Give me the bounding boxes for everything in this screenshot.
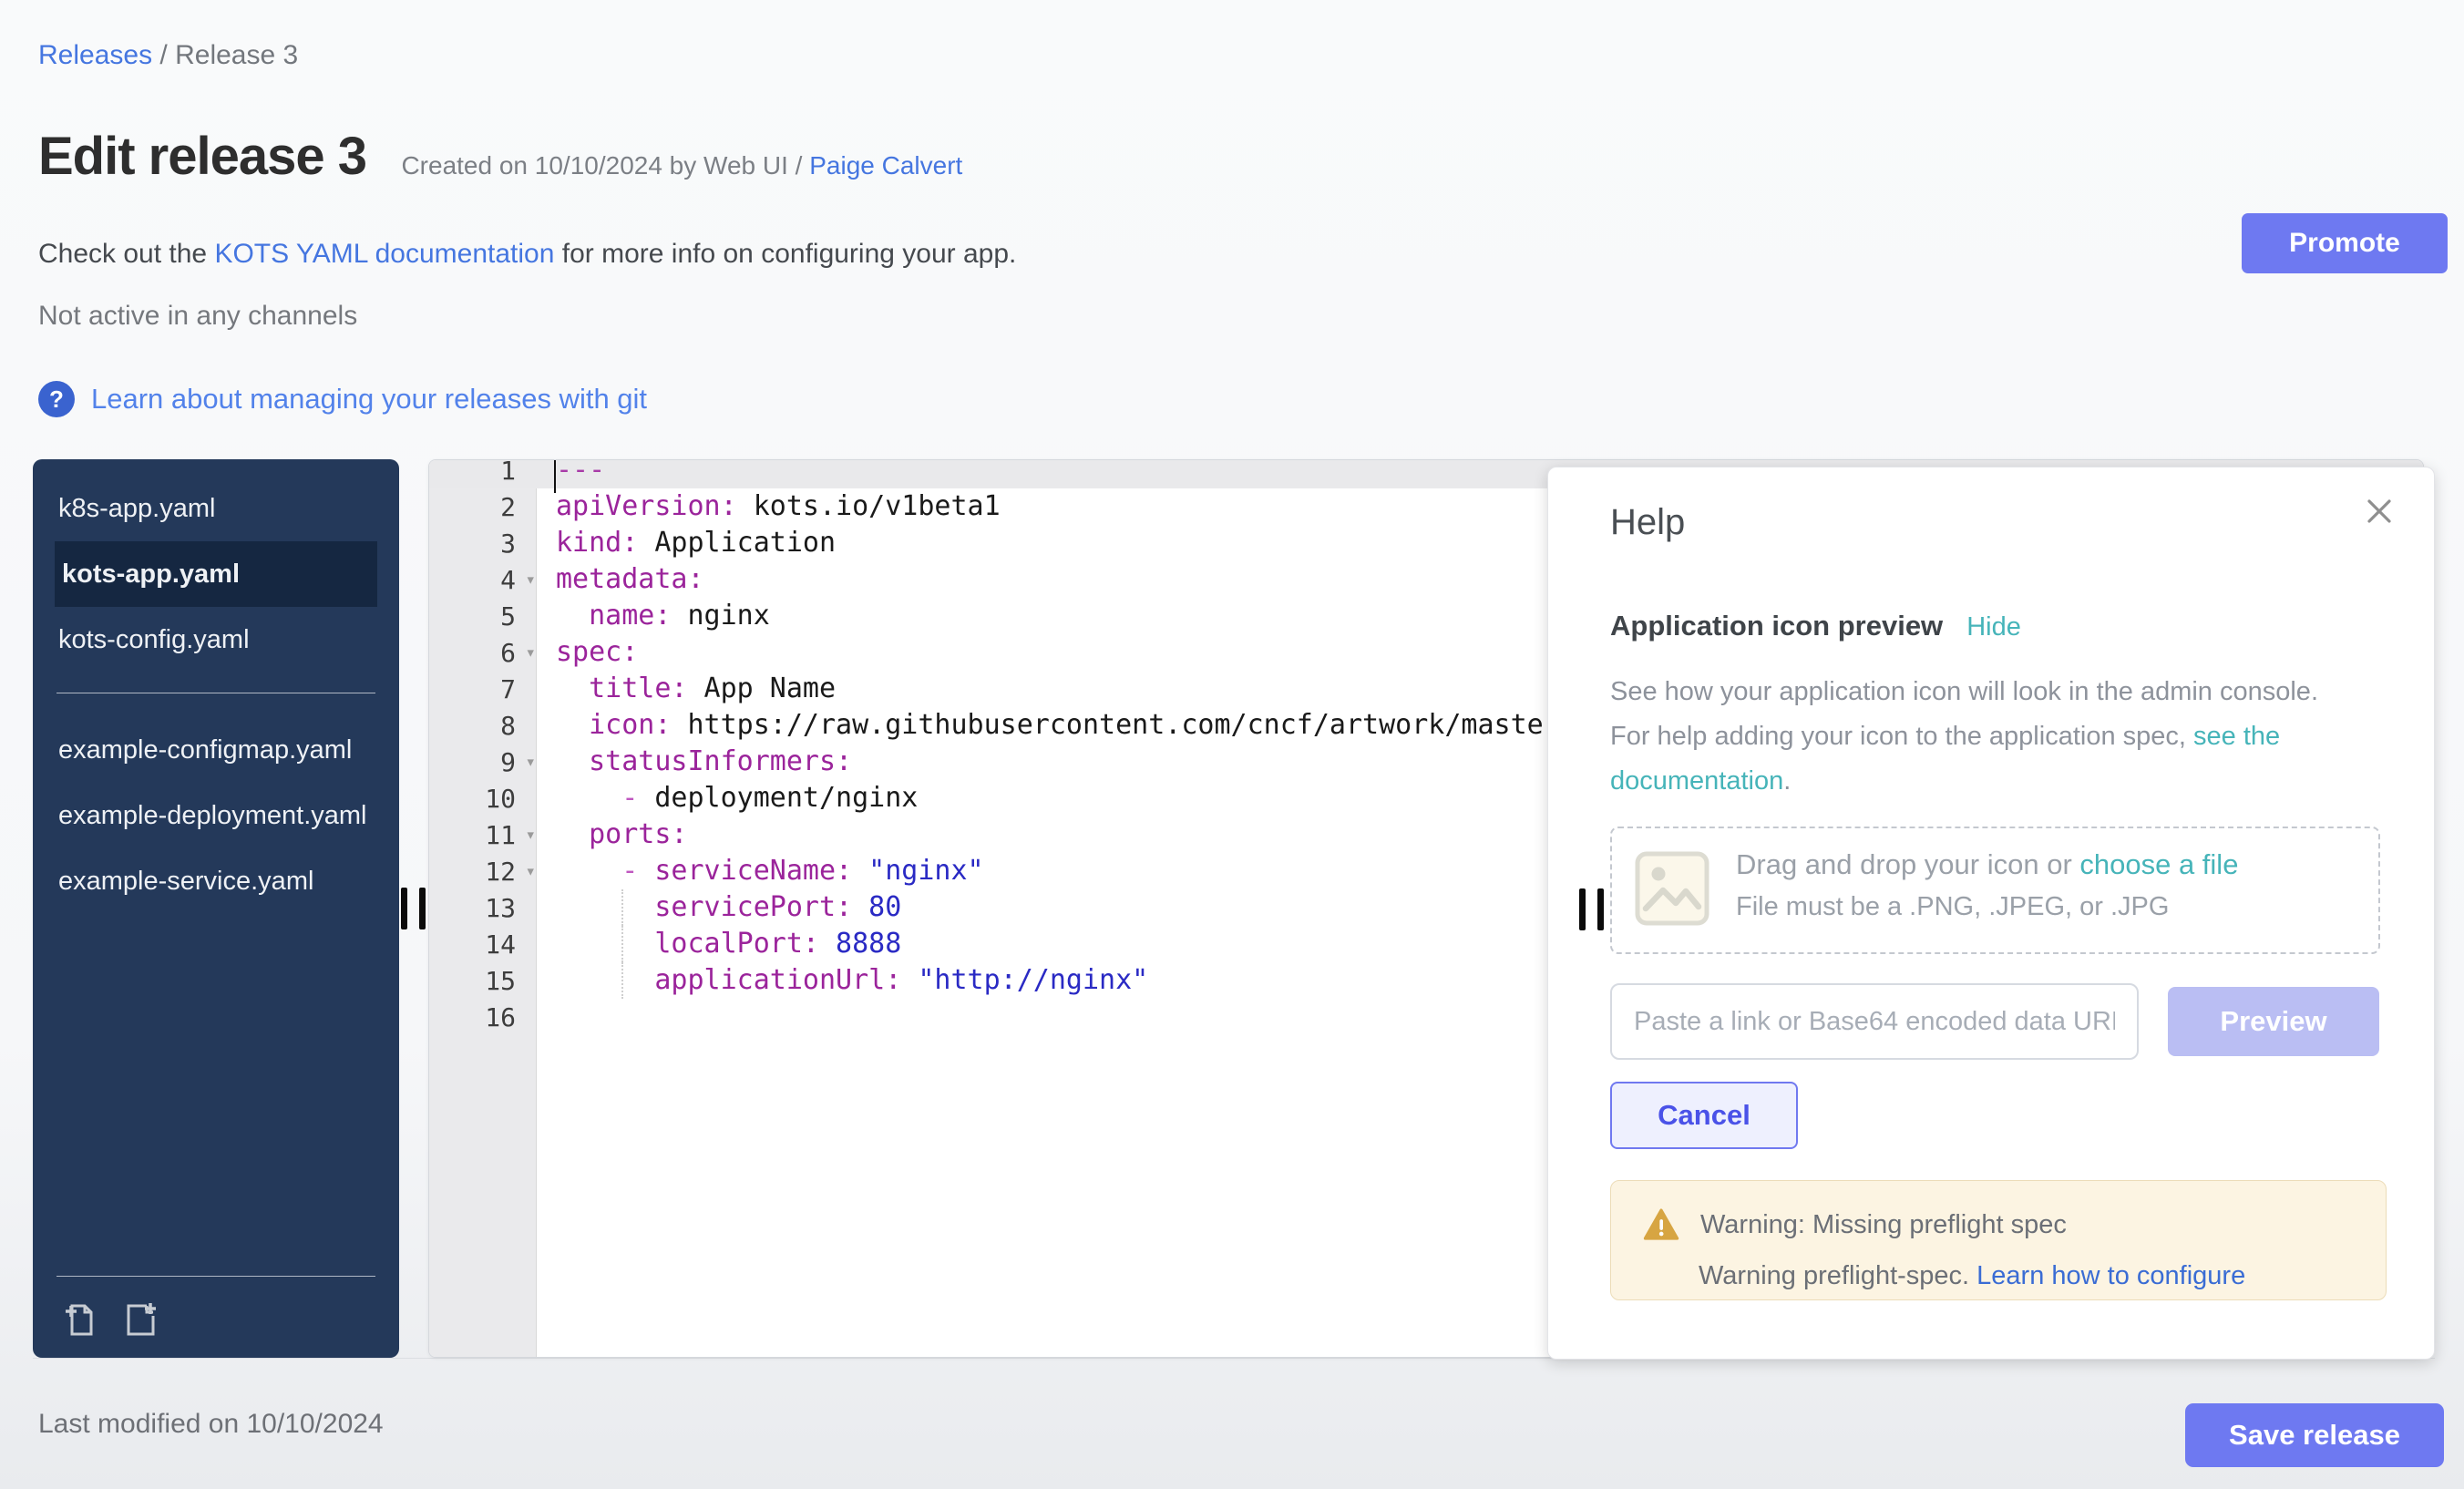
git-releases-link[interactable]: Learn about managing your releases with … xyxy=(91,383,647,416)
fold-toggle-icon[interactable]: ▾ xyxy=(526,825,536,845)
dropzone-text: Drag and drop your icon or choose a file xyxy=(1736,848,2238,881)
doc-hint: Check out the KOTS YAML documentation fo… xyxy=(38,239,1016,270)
line-number: 16 xyxy=(429,1002,538,1032)
line-number: 5 xyxy=(429,601,538,632)
sidebar-item-k8s-app.yaml[interactable]: k8s-app.yaml xyxy=(56,476,375,541)
warning-detail: Warning preflight-spec. Learn how to con… xyxy=(1699,1261,2386,1291)
page-title: Edit release 3 xyxy=(38,126,366,187)
line-number: 8 xyxy=(429,711,538,741)
code-text: name: nginx xyxy=(556,598,770,634)
code-text: metadata: xyxy=(556,561,704,598)
line-number: 6▾ xyxy=(429,638,538,668)
code-text: ports: xyxy=(556,816,688,853)
icon-preview-description: See how your application icon will look … xyxy=(1610,670,2330,804)
line-number: 7 xyxy=(429,674,538,704)
line-number: 1 xyxy=(429,459,538,486)
code-text: kind: Application xyxy=(556,525,836,561)
sidebar-item-example-deployment.yaml[interactable]: example-deployment.yaml xyxy=(56,783,375,848)
sidebar-footer-divider xyxy=(56,1276,375,1277)
code-text: servicePort: 80 xyxy=(556,889,901,926)
learn-configure-link[interactable]: Learn how to configure xyxy=(1976,1261,2245,1290)
pane-resize-handle-left[interactable] xyxy=(401,888,426,929)
file-sidebar: k8s-app.yamlkots-app.yamlkots-config.yam… xyxy=(33,459,399,1358)
line-number: 15 xyxy=(429,966,538,996)
line-number: 14 xyxy=(429,929,538,960)
pane-resize-handle-right[interactable] xyxy=(1579,888,1604,930)
release-meta: Created on 10/10/2024 by Web UI / Paige … xyxy=(401,151,962,180)
sidebar-item-example-configmap.yaml[interactable]: example-configmap.yaml xyxy=(56,717,375,783)
fold-toggle-icon[interactable]: ▾ xyxy=(526,861,536,881)
line-number: 10 xyxy=(429,784,538,814)
fold-toggle-icon[interactable]: ▾ xyxy=(526,752,536,772)
breadcrumb-separator: / xyxy=(152,40,175,70)
text-cursor xyxy=(554,460,556,493)
promote-button[interactable]: Promote xyxy=(2242,213,2448,273)
save-release-button[interactable]: Save release xyxy=(2185,1403,2444,1467)
line-number: 11▾ xyxy=(429,820,538,850)
fold-toggle-icon[interactable]: ▾ xyxy=(526,570,536,590)
warning-icon xyxy=(1642,1207,1680,1243)
sidebar-item-kots-app.yaml[interactable]: kots-app.yaml xyxy=(55,541,377,607)
new-folder-icon[interactable] xyxy=(118,1298,160,1340)
help-panel: Help Application icon preview Hide See h… xyxy=(1547,467,2435,1360)
sidebar-item-kots-config.yaml[interactable]: kots-config.yaml xyxy=(56,607,375,673)
code-text: - serviceName: "nginx" xyxy=(556,853,984,889)
help-title: Help xyxy=(1610,502,1685,543)
code-text: --- xyxy=(556,459,605,488)
image-placeholder-icon xyxy=(1634,850,1710,927)
channel-status: Not active in any channels xyxy=(38,301,357,332)
code-text: spec: xyxy=(556,634,638,671)
sidebar-item-example-service.yaml[interactable]: example-service.yaml xyxy=(56,848,375,914)
code-text: - deployment/nginx xyxy=(556,780,918,816)
line-number: 4▾ xyxy=(429,565,538,595)
preview-button[interactable]: Preview xyxy=(2168,987,2379,1056)
icon-dropzone[interactable]: Drag and drop your icon or choose a file… xyxy=(1610,827,2380,954)
choose-file-link[interactable]: choose a file xyxy=(2079,848,2238,880)
author-link[interactable]: Paige Calvert xyxy=(809,151,962,180)
cancel-button[interactable]: Cancel xyxy=(1610,1082,1798,1149)
kots-yaml-doc-link[interactable]: KOTS YAML documentation xyxy=(214,239,554,269)
line-number: 3 xyxy=(429,529,538,559)
fold-toggle-icon[interactable]: ▾ xyxy=(526,642,536,662)
dropzone-filetypes: File must be a .PNG, .JPEG, or .JPG xyxy=(1736,892,2238,922)
code-text: title: App Name xyxy=(556,671,836,707)
code-text: apiVersion: kots.io/v1beta1 xyxy=(556,488,1001,525)
icon-url-input[interactable] xyxy=(1610,983,2139,1060)
line-number: 12▾ xyxy=(429,857,538,887)
new-file-icon[interactable] xyxy=(58,1298,100,1340)
warning-title: Warning: Missing preflight spec xyxy=(1700,1210,2067,1240)
code-text: applicationUrl: "http://nginx" xyxy=(556,962,1148,999)
file-list-bottom: example-configmap.yamlexample-deployment… xyxy=(33,714,399,914)
code-text: localPort: 8888 xyxy=(556,926,901,962)
line-number: 9▾ xyxy=(429,747,538,777)
breadcrumb: Releases / Release 3 xyxy=(38,40,298,71)
preflight-warning: Warning: Missing preflight spec Warning … xyxy=(1610,1180,2387,1300)
breadcrumb-releases-link[interactable]: Releases xyxy=(38,40,152,70)
code-text: statusInformers: xyxy=(556,744,852,780)
file-list-top: k8s-app.yamlkots-app.yamlkots-config.yam… xyxy=(33,459,399,673)
close-icon[interactable] xyxy=(2363,495,2396,528)
question-circle-icon: ? xyxy=(38,381,75,417)
icon-preview-title: Application icon preview xyxy=(1610,610,1943,642)
line-number: 2 xyxy=(429,492,538,522)
code-text: icon: https://raw.githubusercontent.com/… xyxy=(556,707,1576,744)
hide-link[interactable]: Hide xyxy=(1966,612,2021,642)
line-number: 13 xyxy=(429,893,538,923)
breadcrumb-current: Release 3 xyxy=(175,40,298,70)
last-modified: Last modified on 10/10/2024 xyxy=(38,1409,384,1440)
